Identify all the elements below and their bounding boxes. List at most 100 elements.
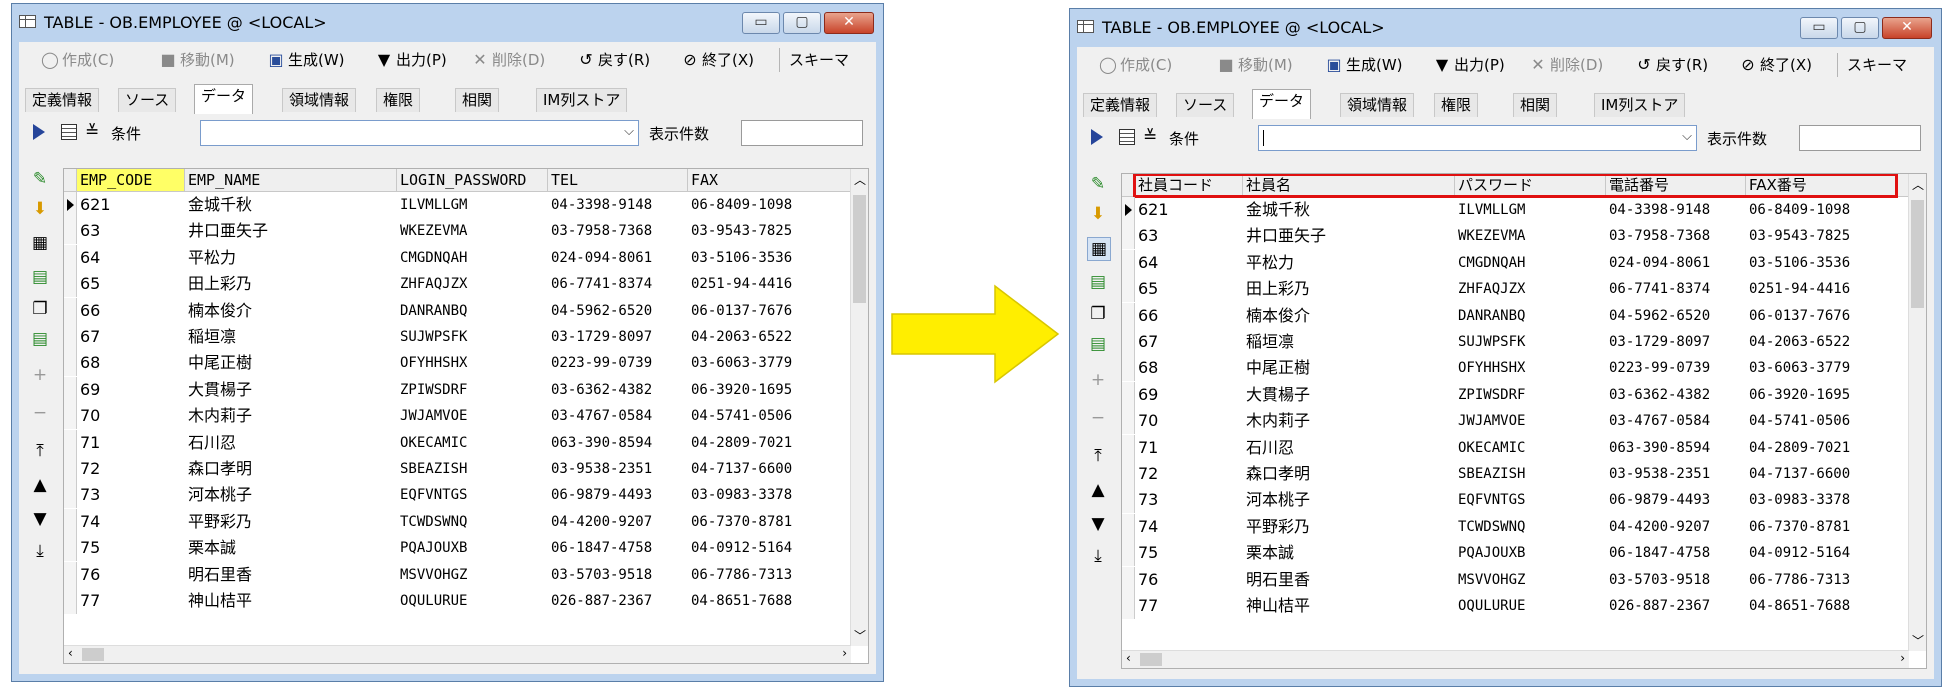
row-gutter[interactable] <box>64 535 77 562</box>
table-cell[interactable]: OFYHHSHX <box>397 350 548 376</box>
csv-export-icon[interactable]: ▤ <box>29 328 51 350</box>
column-header[interactable]: EMP_NAME <box>185 169 397 191</box>
scroll-up-icon[interactable]: ︿ <box>1912 176 1924 193</box>
table-cell[interactable]: ILVMLLGM <box>1455 197 1606 223</box>
table-cell[interactable]: 04-2809-7021 <box>1746 435 1910 461</box>
table-cell[interactable]: 03-7958-7368 <box>1606 223 1746 249</box>
row-gutter[interactable] <box>1122 593 1135 619</box>
table-cell[interactable]: 68 <box>77 350 185 376</box>
current-row-indicator[interactable] <box>64 192 77 218</box>
execute-icon[interactable] <box>1091 129 1103 145</box>
table-row[interactable]: 70 木内莉子 JWJAMVOE 03-4767-0584 04-5741-0506 <box>1122 408 1910 435</box>
tab-privileges[interactable]: 権限 <box>1434 93 1479 117</box>
table-row[interactable]: 67 稲垣凛 SUJWPSFK 03-1729-8097 04-2063-6522 <box>1122 329 1910 355</box>
table-cell[interactable]: 中尾正樹 <box>185 350 397 376</box>
scroll-left-icon[interactable]: ‹ <box>1126 651 1131 665</box>
table-row[interactable]: 63 井口亜矢子 WKEZEVMA 03-7958-7368 03-9543-7825 <box>1122 223 1910 250</box>
table-row[interactable]: 69 大貫楊子 ZPIWSDRF 03-6362-4382 06-3920-1695 <box>64 376 852 403</box>
table-cell[interactable]: PQAJOUXB <box>1455 540 1606 566</box>
table-cell[interactable]: 井口亜矢子 <box>185 218 397 244</box>
table-cell[interactable]: MSVVOHGZ <box>1455 567 1606 593</box>
table-cell[interactable]: JWJAMVOE <box>397 403 548 429</box>
table-cell[interactable]: 平野彩乃 <box>1243 514 1455 540</box>
table-cell[interactable]: 06-8409-1098 <box>688 192 852 218</box>
table-cell[interactable]: 74 <box>1135 514 1243 540</box>
table-cell[interactable]: 72 <box>77 456 185 482</box>
count-input[interactable] <box>1799 125 1921 151</box>
row-gutter[interactable] <box>64 456 77 482</box>
table-cell[interactable]: 木内莉子 <box>185 403 397 429</box>
row-gutter[interactable] <box>1122 461 1135 487</box>
table-cell[interactable]: 04-5741-0506 <box>1746 408 1910 434</box>
row-gutter[interactable] <box>64 350 77 377</box>
remove-row-icon[interactable]: − <box>1087 407 1109 429</box>
table-cell[interactable]: 75 <box>1135 540 1243 566</box>
table-cell[interactable]: 77 <box>77 588 185 614</box>
count-input[interactable] <box>741 120 863 146</box>
last-row-icon[interactable]: ⤓ <box>1087 545 1109 567</box>
minimize-button[interactable]: ▭ <box>1800 17 1838 39</box>
scroll-down-icon[interactable]: ﹀ <box>1912 632 1924 649</box>
finish-button[interactable]: ⊘ 終了(X) <box>1739 53 1812 77</box>
create-button[interactable]: ◯ 作成(C) <box>41 48 114 72</box>
table-cell[interactable]: 明石里香 <box>1243 567 1455 593</box>
edit-pencil-icon[interactable]: ✎ <box>1087 173 1109 195</box>
table-cell[interactable]: 04-3398-9148 <box>548 192 688 218</box>
row-gutter[interactable] <box>1122 276 1135 303</box>
table-cell[interactable]: 03-5106-3536 <box>688 245 852 271</box>
table-cell[interactable]: 神山桔平 <box>185 588 397 614</box>
table-row[interactable]: 67 稲垣凛 SUJWPSFK 03-1729-8097 04-2063-6522 <box>64 324 852 350</box>
table-cell[interactable]: 06-0137-7676 <box>1746 303 1910 329</box>
table-row[interactable]: 621 金城千秋 ILVMLLGM 04-3398-9148 06-8409-1098 <box>64 192 852 218</box>
table-cell[interactable]: 03-1729-8097 <box>1606 329 1746 355</box>
table-row[interactable]: 69 大貫楊子 ZPIWSDRF 03-6362-4382 06-3920-1695 <box>1122 381 1910 408</box>
horizontal-scrollbar[interactable]: ‹ › <box>1122 650 1909 668</box>
table-row[interactable]: 74 平野彩乃 TCWDSWNQ 04-4200-9207 06-7370-8781 <box>64 508 852 535</box>
column-header[interactable]: 電話番号 <box>1606 174 1746 196</box>
horizontal-scrollbar[interactable]: ‹ › <box>64 645 851 663</box>
table-cell[interactable]: 72 <box>1135 461 1243 487</box>
excel-export-icon[interactable]: ▤ <box>29 266 51 288</box>
table-row[interactable]: 76 明石里香 MSVVOHGZ 03-5703-9518 06-7786-7313 <box>1122 566 1910 593</box>
table-cell[interactable]: 03-5703-9518 <box>1606 567 1746 593</box>
table-cell[interactable]: PQAJOUXB <box>397 535 548 561</box>
vertical-scrollbar[interactable]: ︿ ﹀ <box>850 169 868 646</box>
table-cell[interactable]: 03-4767-0584 <box>548 403 688 429</box>
table-cell[interactable]: EQFVNTGS <box>1455 487 1606 513</box>
table-cell[interactable]: 平松力 <box>1243 250 1455 276</box>
table-cell[interactable]: 大貫楊子 <box>1243 382 1455 408</box>
table-cell[interactable]: OKECAMIC <box>397 430 548 456</box>
tab-privileges[interactable]: 権限 <box>376 88 421 112</box>
table-cell[interactable]: 0251-94-4416 <box>1746 276 1910 302</box>
table-cell[interactable]: 04-4200-9207 <box>548 509 688 535</box>
table-cell[interactable]: 04-7137-6600 <box>1746 461 1910 487</box>
table-row[interactable]: 77 神山桔平 OQULURUE 026-887-2367 04-8651-7688 <box>1122 593 1910 619</box>
table-cell[interactable]: 04-2063-6522 <box>1746 329 1910 355</box>
finish-button[interactable]: ⊘ 終了(X) <box>681 48 754 72</box>
row-gutter[interactable] <box>1122 302 1135 329</box>
table-cell[interactable]: 0223-99-0739 <box>1606 355 1746 381</box>
table-cell[interactable]: ZPIWSDRF <box>397 377 548 403</box>
table-row[interactable]: 75 栗本誠 PQAJOUXB 06-1847-4758 04-0912-5164 <box>64 535 852 562</box>
table-cell[interactable]: 75 <box>77 535 185 561</box>
filter-icon[interactable]: ≚ <box>1143 127 1157 147</box>
vertical-scrollbar[interactable]: ︿ ﹀ <box>1908 174 1926 651</box>
scroll-thumb[interactable] <box>1911 200 1924 308</box>
table-cell[interactable]: 田上彩乃 <box>1243 276 1455 302</box>
condition-input[interactable]: ⌵ <box>1258 125 1697 151</box>
row-gutter[interactable] <box>64 271 77 298</box>
tab-dependencies[interactable]: 相関 <box>1513 93 1558 117</box>
close-button[interactable]: ✕ <box>1882 17 1932 39</box>
table-cell[interactable]: 0251-94-4416 <box>688 271 852 297</box>
table-cell[interactable]: 河本桃子 <box>1243 487 1455 513</box>
tab-dependencies[interactable]: 相関 <box>455 88 500 112</box>
scroll-thumb[interactable] <box>82 648 104 661</box>
excel-export-icon[interactable]: ▤ <box>1087 271 1109 293</box>
table-row[interactable]: 65 田上彩乃 ZHFAQJZX 06-7741-8374 0251-94-4416 <box>64 271 852 298</box>
table-cell[interactable]: 063-390-8594 <box>548 430 688 456</box>
table-row[interactable]: 70 木内莉子 JWJAMVOE 03-4767-0584 04-5741-0506 <box>64 403 852 430</box>
table-cell[interactable]: 03-6063-3779 <box>1746 355 1910 381</box>
table-cell[interactable]: 69 <box>77 377 185 403</box>
table-cell[interactable]: 76 <box>77 562 185 588</box>
table-cell[interactable]: 03-6362-4382 <box>1606 382 1746 408</box>
